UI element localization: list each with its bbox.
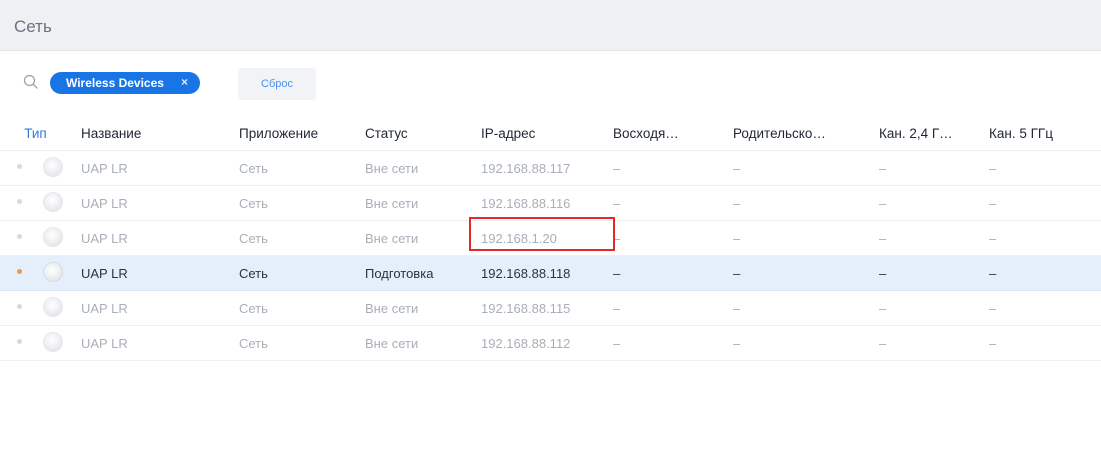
device-ip: 192.168.88.117 — [480, 150, 612, 186]
device-name: UAP LR — [80, 150, 238, 186]
table-header-row: Тип Название Приложение Статус IP-адрес … — [0, 116, 1101, 151]
table-row[interactable]: UAP LR Сеть Вне сети 192.168.88.117 – – … — [0, 150, 1101, 186]
type-cell — [0, 255, 80, 291]
type-cell — [0, 325, 80, 361]
device-ip: 192.168.88.115 — [480, 290, 612, 326]
device-parent: – — [732, 255, 878, 291]
device-ip: 192.168.88.118 — [480, 255, 612, 291]
device-uplink: – — [612, 220, 732, 256]
access-point-icon — [44, 158, 62, 176]
device-status: Вне сети — [364, 290, 480, 326]
column-header-channel-24[interactable]: Кан. 2,4 Г… — [878, 116, 988, 151]
type-cell — [0, 220, 80, 256]
device-channel-24: – — [878, 325, 988, 361]
device-app: Сеть — [238, 185, 364, 221]
device-status: Вне сети — [364, 185, 480, 221]
device-name: UAP LR — [80, 290, 238, 326]
status-dot — [17, 339, 22, 344]
device-channel-24: – — [878, 150, 988, 186]
filter-chip-wireless-devices[interactable]: Wireless Devices × — [50, 72, 200, 94]
device-parent: – — [732, 290, 878, 326]
device-uplink: – — [612, 255, 732, 291]
device-app: Сеть — [238, 150, 364, 186]
device-app: Сеть — [238, 290, 364, 326]
device-name: UAP LR — [80, 325, 238, 361]
device-channel-5: – — [988, 185, 1101, 221]
status-dot — [17, 164, 22, 169]
device-status: Вне сети — [364, 325, 480, 361]
device-channel-24: – — [878, 220, 988, 256]
access-point-icon — [44, 298, 62, 316]
column-header-type[interactable]: Тип — [0, 116, 80, 151]
reset-button[interactable]: Сброс — [238, 68, 316, 100]
device-uplink: – — [612, 290, 732, 326]
type-cell — [0, 290, 80, 326]
column-header-ip[interactable]: IP-адрес — [480, 116, 612, 151]
device-uplink: – — [612, 185, 732, 221]
table-row-selected[interactable]: UAP LR Сеть Подготовка 192.168.88.118 – … — [0, 255, 1101, 291]
device-app: Сеть — [238, 325, 364, 361]
device-parent: – — [732, 325, 878, 361]
type-cell — [0, 150, 80, 186]
ip-highlight-box — [469, 217, 615, 251]
column-header-application[interactable]: Приложение — [238, 116, 364, 151]
filter-bar: Wireless Devices × Сброс — [0, 66, 1101, 102]
status-dot — [17, 304, 22, 309]
search-icon[interactable] — [23, 74, 39, 90]
device-parent: – — [732, 185, 878, 221]
status-dot — [17, 234, 22, 239]
access-point-icon — [44, 263, 62, 281]
column-header-name[interactable]: Название — [80, 116, 238, 151]
table-row[interactable]: UAP LR Сеть Вне сети 192.168.88.116 – – … — [0, 185, 1101, 221]
column-header-uplink[interactable]: Восходя… — [612, 116, 732, 151]
device-ip: 192.168.88.112 — [480, 325, 612, 361]
device-channel-5: – — [988, 255, 1101, 291]
page-header: Сеть — [0, 0, 1101, 51]
device-uplink: – — [612, 325, 732, 361]
column-header-parent[interactable]: Родительско… — [732, 116, 878, 151]
table-row[interactable]: UAP LR Сеть Вне сети 192.168.88.115 – – … — [0, 290, 1101, 326]
device-channel-24: – — [878, 255, 988, 291]
device-uplink: – — [612, 150, 732, 186]
close-icon[interactable]: × — [181, 75, 188, 89]
device-status: Вне сети — [364, 220, 480, 256]
device-channel-5: – — [988, 220, 1101, 256]
device-parent: – — [732, 220, 878, 256]
device-channel-5: – — [988, 325, 1101, 361]
column-header-status[interactable]: Статус — [364, 116, 480, 151]
table-row[interactable]: UAP LR Сеть Вне сети 192.168.88.112 – – … — [0, 325, 1101, 361]
device-name: UAP LR — [80, 185, 238, 221]
device-name: UAP LR — [80, 255, 238, 291]
access-point-icon — [44, 193, 62, 211]
status-dot — [17, 199, 22, 204]
access-point-icon — [44, 333, 62, 351]
status-dot — [17, 269, 22, 274]
device-name: UAP LR — [80, 220, 238, 256]
filter-chip-label: Wireless Devices — [66, 76, 164, 90]
access-point-icon — [44, 228, 62, 246]
device-app: Сеть — [238, 220, 364, 256]
device-status: Подготовка — [364, 255, 480, 291]
page-title: Сеть — [14, 17, 52, 36]
device-channel-5: – — [988, 150, 1101, 186]
device-channel-24: – — [878, 185, 988, 221]
device-app: Сеть — [238, 255, 364, 291]
device-channel-5: – — [988, 290, 1101, 326]
device-status: Вне сети — [364, 150, 480, 186]
device-parent: – — [732, 150, 878, 186]
device-channel-24: – — [878, 290, 988, 326]
column-header-channel-5[interactable]: Кан. 5 ГГц — [988, 116, 1101, 151]
type-cell — [0, 185, 80, 221]
device-ip: 192.168.88.116 — [480, 185, 612, 221]
